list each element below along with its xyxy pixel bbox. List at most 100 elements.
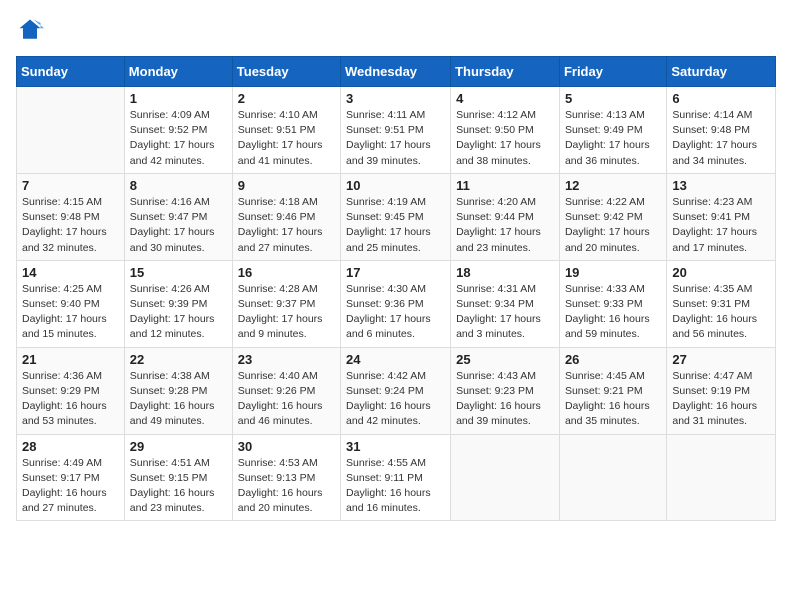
calendar-cell: 25 Sunrise: 4:43 AM Sunset: 9:23 PM Dayli… (451, 347, 560, 434)
calendar-header-row: SundayMondayTuesdayWednesdayThursdayFrid… (17, 57, 776, 87)
day-number: 15 (130, 265, 227, 280)
day-detail: Sunrise: 4:40 AM Sunset: 9:26 PM Dayligh… (238, 369, 335, 430)
day-number: 3 (346, 91, 445, 106)
calendar-cell: 28 Sunrise: 4:49 AM Sunset: 9:17 PM Dayli… (17, 434, 125, 521)
day-detail: Sunrise: 4:12 AM Sunset: 9:50 PM Dayligh… (456, 108, 554, 169)
calendar-cell (17, 87, 125, 174)
calendar-cell: 10 Sunrise: 4:19 AM Sunset: 9:45 PM Dayli… (341, 173, 451, 260)
day-number: 18 (456, 265, 554, 280)
calendar-week-row: 7 Sunrise: 4:15 AM Sunset: 9:48 PM Daylig… (17, 173, 776, 260)
calendar-cell: 7 Sunrise: 4:15 AM Sunset: 9:48 PM Daylig… (17, 173, 125, 260)
day-detail: Sunrise: 4:23 AM Sunset: 9:41 PM Dayligh… (672, 195, 770, 256)
calendar-cell: 16Sunrise: 4:28 AM Sunset: 9:37 PM Dayli… (232, 260, 340, 347)
day-number: 29 (130, 439, 227, 454)
logo (16, 16, 48, 44)
day-detail: Sunrise: 4:30 AM Sunset: 9:36 PM Dayligh… (346, 282, 445, 343)
day-number: 16 (238, 265, 335, 280)
day-detail: Sunrise: 4:43 AM Sunset: 9:23 PM Dayligh… (456, 369, 554, 430)
day-number: 7 (22, 178, 119, 193)
calendar-cell: 4 Sunrise: 4:12 AM Sunset: 9:50 PM Daylig… (451, 87, 560, 174)
calendar-cell (451, 434, 560, 521)
day-detail: Sunrise: 4:16 AM Sunset: 9:47 PM Dayligh… (130, 195, 227, 256)
calendar-cell: 17 Sunrise: 4:30 AM Sunset: 9:36 PM Dayli… (341, 260, 451, 347)
day-number: 28 (22, 439, 119, 454)
day-detail: Sunrise: 4:09 AM Sunset: 9:52 PM Dayligh… (130, 108, 227, 169)
day-number: 6 (672, 91, 770, 106)
day-detail: Sunrise: 4:11 AM Sunset: 9:51 PM Dayligh… (346, 108, 445, 169)
calendar-cell: 11Sunrise: 4:20 AM Sunset: 9:44 PM Dayli… (451, 173, 560, 260)
day-number: 9 (238, 178, 335, 193)
calendar-cell: 2 Sunrise: 4:10 AM Sunset: 9:51 PM Daylig… (232, 87, 340, 174)
day-number: 26 (565, 352, 661, 367)
calendar-week-row: 28 Sunrise: 4:49 AM Sunset: 9:17 PM Dayli… (17, 434, 776, 521)
day-number: 2 (238, 91, 335, 106)
calendar-cell: 13 Sunrise: 4:23 AM Sunset: 9:41 PM Dayli… (667, 173, 776, 260)
calendar-week-row: 1Sunrise: 4:09 AM Sunset: 9:52 PM Daylig… (17, 87, 776, 174)
page-header (16, 16, 776, 44)
day-number: 31 (346, 439, 445, 454)
calendar-cell: 3 Sunrise: 4:11 AM Sunset: 9:51 PM Daylig… (341, 87, 451, 174)
day-number: 20 (672, 265, 770, 280)
day-detail: Sunrise: 4:14 AM Sunset: 9:48 PM Dayligh… (672, 108, 770, 169)
calendar-cell: 6 Sunrise: 4:14 AM Sunset: 9:48 PM Daylig… (667, 87, 776, 174)
day-number: 19 (565, 265, 661, 280)
day-detail: Sunrise: 4:22 AM Sunset: 9:42 PM Dayligh… (565, 195, 661, 256)
day-of-week-header: Thursday (451, 57, 560, 87)
day-of-week-header: Monday (124, 57, 232, 87)
calendar-cell: 8Sunrise: 4:16 AM Sunset: 9:47 PM Daylig… (124, 173, 232, 260)
calendar-table: SundayMondayTuesdayWednesdayThursdayFrid… (16, 56, 776, 521)
calendar-week-row: 14Sunrise: 4:25 AM Sunset: 9:40 PM Dayli… (17, 260, 776, 347)
day-number: 4 (456, 91, 554, 106)
day-of-week-header: Tuesday (232, 57, 340, 87)
day-of-week-header: Sunday (17, 57, 125, 87)
calendar-cell: 23 Sunrise: 4:40 AM Sunset: 9:26 PM Dayli… (232, 347, 340, 434)
day-number: 5 (565, 91, 661, 106)
calendar-cell: 14Sunrise: 4:25 AM Sunset: 9:40 PM Dayli… (17, 260, 125, 347)
day-detail: Sunrise: 4:38 AM Sunset: 9:28 PM Dayligh… (130, 369, 227, 430)
calendar-cell (559, 434, 666, 521)
day-number: 24 (346, 352, 445, 367)
calendar-cell: 30Sunrise: 4:53 AM Sunset: 9:13 PM Dayli… (232, 434, 340, 521)
day-detail: Sunrise: 4:45 AM Sunset: 9:21 PM Dayligh… (565, 369, 661, 430)
day-number: 25 (456, 352, 554, 367)
day-number: 10 (346, 178, 445, 193)
calendar-cell: 15 Sunrise: 4:26 AM Sunset: 9:39 PM Dayli… (124, 260, 232, 347)
calendar-cell: 9 Sunrise: 4:18 AM Sunset: 9:46 PM Daylig… (232, 173, 340, 260)
calendar-cell: 21 Sunrise: 4:36 AM Sunset: 9:29 PM Dayli… (17, 347, 125, 434)
day-of-week-header: Saturday (667, 57, 776, 87)
calendar-cell: 22 Sunrise: 4:38 AM Sunset: 9:28 PM Dayli… (124, 347, 232, 434)
day-number: 12 (565, 178, 661, 193)
calendar-cell: 12 Sunrise: 4:22 AM Sunset: 9:42 PM Dayli… (559, 173, 666, 260)
calendar-week-row: 21 Sunrise: 4:36 AM Sunset: 9:29 PM Dayli… (17, 347, 776, 434)
day-number: 22 (130, 352, 227, 367)
day-detail: Sunrise: 4:18 AM Sunset: 9:46 PM Dayligh… (238, 195, 335, 256)
day-detail: Sunrise: 4:33 AM Sunset: 9:33 PM Dayligh… (565, 282, 661, 343)
day-detail: Sunrise: 4:55 AM Sunset: 9:11 PM Dayligh… (346, 456, 445, 517)
day-detail: Sunrise: 4:49 AM Sunset: 9:17 PM Dayligh… (22, 456, 119, 517)
logo-icon (16, 16, 44, 44)
calendar-cell: 26 Sunrise: 4:45 AM Sunset: 9:21 PM Dayli… (559, 347, 666, 434)
calendar-cell: 27Sunrise: 4:47 AM Sunset: 9:19 PM Dayli… (667, 347, 776, 434)
day-of-week-header: Friday (559, 57, 666, 87)
calendar-cell: 20 Sunrise: 4:35 AM Sunset: 9:31 PM Dayli… (667, 260, 776, 347)
day-of-week-header: Wednesday (341, 57, 451, 87)
day-detail: Sunrise: 4:42 AM Sunset: 9:24 PM Dayligh… (346, 369, 445, 430)
day-detail: Sunrise: 4:36 AM Sunset: 9:29 PM Dayligh… (22, 369, 119, 430)
day-detail: Sunrise: 4:13 AM Sunset: 9:49 PM Dayligh… (565, 108, 661, 169)
day-number: 27 (672, 352, 770, 367)
day-number: 17 (346, 265, 445, 280)
day-detail: Sunrise: 4:35 AM Sunset: 9:31 PM Dayligh… (672, 282, 770, 343)
day-detail: Sunrise: 4:51 AM Sunset: 9:15 PM Dayligh… (130, 456, 227, 517)
day-detail: Sunrise: 4:31 AM Sunset: 9:34 PM Dayligh… (456, 282, 554, 343)
day-number: 21 (22, 352, 119, 367)
day-detail: Sunrise: 4:15 AM Sunset: 9:48 PM Dayligh… (22, 195, 119, 256)
calendar-cell: 19 Sunrise: 4:33 AM Sunset: 9:33 PM Dayli… (559, 260, 666, 347)
day-detail: Sunrise: 4:19 AM Sunset: 9:45 PM Dayligh… (346, 195, 445, 256)
day-number: 13 (672, 178, 770, 193)
calendar-cell: 18 Sunrise: 4:31 AM Sunset: 9:34 PM Dayli… (451, 260, 560, 347)
day-number: 23 (238, 352, 335, 367)
calendar-cell: 24 Sunrise: 4:42 AM Sunset: 9:24 PM Dayli… (341, 347, 451, 434)
day-detail: Sunrise: 4:26 AM Sunset: 9:39 PM Dayligh… (130, 282, 227, 343)
day-detail: Sunrise: 4:20 AM Sunset: 9:44 PM Dayligh… (456, 195, 554, 256)
day-detail: Sunrise: 4:10 AM Sunset: 9:51 PM Dayligh… (238, 108, 335, 169)
